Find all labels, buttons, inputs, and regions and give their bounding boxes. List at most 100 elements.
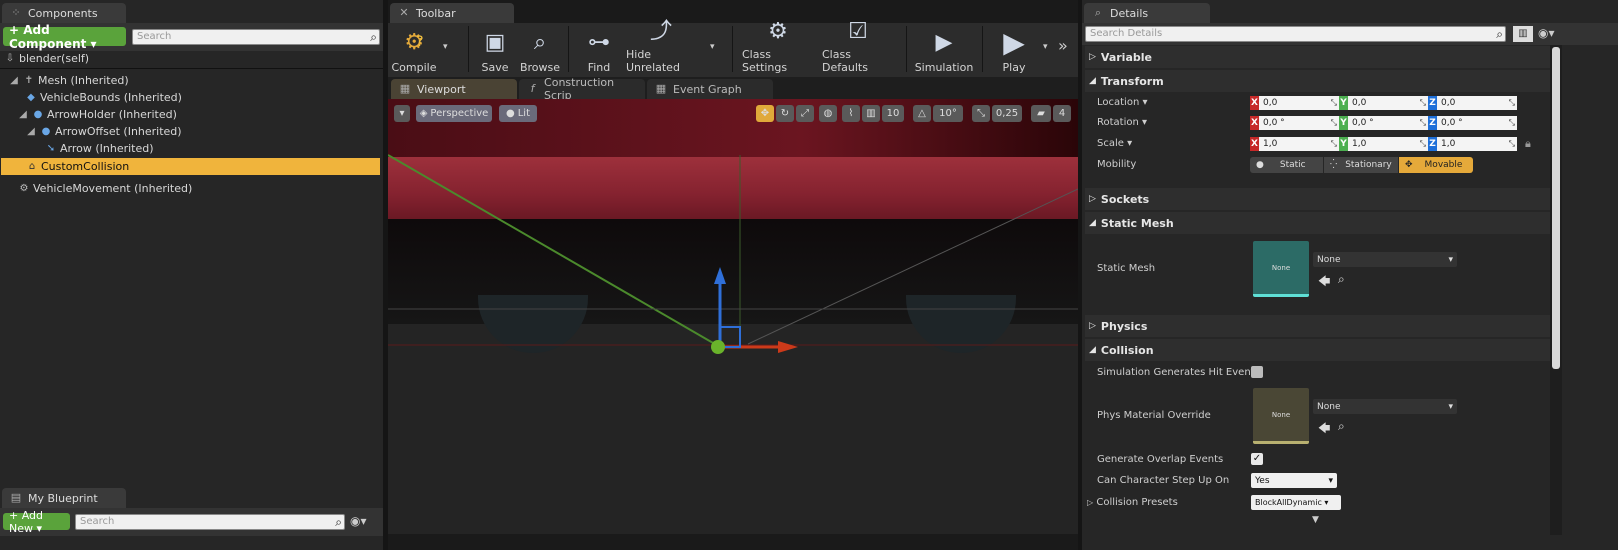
save-button[interactable]: ▣ Save [474, 24, 516, 75]
visibility-eye-icon[interactable]: ◉▾ [350, 514, 367, 528]
location-z-input[interactable]: 0,0 [1437, 96, 1517, 110]
details-search-input[interactable]: Search Details ⌕ [1085, 26, 1506, 42]
scale-mode-button[interactable]: ⤢ [796, 105, 814, 122]
self-row[interactable]: ⇩ blender(self) [4, 50, 89, 67]
category-physics[interactable]: ▷ Physics [1085, 315, 1550, 337]
browse-button[interactable]: ⌕ Browse [518, 24, 562, 75]
toolbar-overflow-icon[interactable]: » [1058, 36, 1068, 55]
perspective-button[interactable]: ◈ Perspective [416, 105, 492, 122]
mobility-static-button[interactable]: ● Static [1250, 157, 1323, 173]
rotation-snap-value[interactable]: 10° [933, 105, 963, 122]
simulation-button[interactable]: ▶ Simulation [914, 24, 974, 75]
tree-row-arrowholder[interactable]: ◢ ● ArrowHolder (Inherited) [17, 106, 177, 123]
overlap-events-checkbox[interactable]: ✓ [1251, 453, 1263, 465]
details-scroll-thumb[interactable] [1552, 47, 1560, 369]
sim-hit-events-checkbox[interactable] [1251, 366, 1263, 378]
rotation-x-input[interactable]: 0,0 ° [1259, 116, 1339, 130]
mobility-stationary-button[interactable]: ⁛ Stationary [1324, 157, 1398, 173]
camera-speed-value[interactable]: 4 [1053, 105, 1071, 122]
step-up-dropdown[interactable]: Yes ▾ [1251, 473, 1337, 488]
tree-row-mesh[interactable]: ◢ ✝ Mesh (Inherited) [8, 72, 129, 89]
browse-asset-icon[interactable]: ⌕ [1338, 419, 1345, 434]
scale-x-input[interactable]: 1,0 [1259, 137, 1339, 151]
tree-row-arrowoffset[interactable]: ◢ ● ArrowOffset (Inherited) [25, 123, 181, 140]
category-static-mesh[interactable]: ◢ Static Mesh [1085, 212, 1550, 234]
surface-snap-button[interactable]: ⌇ [842, 105, 860, 122]
rotation-y-input[interactable]: 0,0 ° [1348, 116, 1428, 130]
hide-unrelated-dropdown-icon[interactable]: ▾ [710, 42, 715, 52]
tab-event-graph[interactable]: ▦ Event Graph [647, 79, 773, 99]
scale-z-input[interactable]: 1,0 [1437, 137, 1517, 151]
location-y-input[interactable]: 0,0 [1348, 96, 1428, 110]
viewport-options-button[interactable]: ▾ [394, 105, 410, 122]
search-icon[interactable]: ⌕ [1496, 27, 1503, 41]
details-scrollbar[interactable] [1550, 45, 1562, 535]
collapse-arrow-icon[interactable]: ◢ [17, 109, 29, 121]
category-variable[interactable]: ▷ Variable [1085, 46, 1550, 68]
collision-presets-dropdown[interactable]: BlockAllDynamic ▾ [1251, 495, 1341, 510]
phys-material-dropdown[interactable]: None ▾ [1313, 399, 1457, 414]
camera-speed-icon[interactable]: ▰ [1031, 105, 1051, 122]
search-icon[interactable]: ⌕ [335, 515, 342, 529]
tab-toolbar[interactable]: ✕ Toolbar [390, 3, 514, 23]
scale-label[interactable]: Scale ▾ [1097, 138, 1132, 149]
tab-construction-script[interactable]: f Construction Scrip [519, 76, 645, 102]
compile-dropdown-icon[interactable]: ▾ [443, 42, 448, 52]
browse-asset-icon[interactable]: ⌕ [1338, 272, 1345, 287]
category-sockets[interactable]: ▷ Sockets [1085, 188, 1550, 210]
more-options-chevron-icon[interactable]: ▼ [1312, 515, 1319, 525]
tab-details[interactable]: ⌕ Details [1084, 3, 1210, 23]
add-new-button[interactable]: + Add New ▾ [3, 509, 70, 535]
category-transform[interactable]: ◢ Transform [1085, 70, 1550, 92]
rotate-mode-button[interactable]: ↻ [776, 105, 794, 122]
tree-row-vehiclemovement[interactable]: ⚙ VehicleMovement (Inherited) [18, 180, 193, 197]
tab-viewport[interactable]: ▦ Viewport [391, 79, 517, 99]
tab-my-blueprint[interactable]: ▤ My Blueprint [2, 488, 126, 508]
translate-mode-button[interactable]: ✥ [756, 105, 774, 122]
rotation-label[interactable]: Rotation ▾ [1097, 117, 1147, 128]
hide-unrelated-button[interactable]: ⤴ Hide Unrelated [626, 19, 696, 74]
static-mesh-dropdown[interactable]: None ▾ [1313, 252, 1457, 267]
class-settings-button[interactable]: ⚙ Class Settings [742, 19, 814, 74]
collision-presets-label[interactable]: ▷ Collision Presets [1087, 497, 1178, 508]
phys-material-thumbnail[interactable]: None [1253, 388, 1309, 444]
use-selected-arrow-icon[interactable]: 🡄 [1318, 272, 1330, 293]
find-button[interactable]: ⊶ Find [578, 24, 620, 75]
tree-row-vehiclebounds[interactable]: ◆ VehicleBounds (Inherited) [25, 89, 182, 106]
tree-row-customcollision[interactable]: ⌂ CustomCollision [1, 158, 380, 175]
details-visibility-eye-icon[interactable]: ◉▾ [1538, 26, 1555, 40]
lock-icon[interactable]: 🔒︎ [1525, 137, 1531, 151]
collapse-arrow-icon[interactable]: ◢ [25, 126, 37, 138]
location-x-input[interactable]: 0,0 [1259, 96, 1339, 110]
scale-snap-value[interactable]: 0,25 [992, 105, 1022, 122]
play-button[interactable]: ▶ Play [990, 24, 1038, 75]
add-component-button[interactable]: + Add Component ▾ [3, 23, 126, 51]
property-matrix-icon[interactable]: ▥ [1513, 26, 1533, 42]
static-mesh-thumbnail[interactable]: None [1253, 241, 1309, 297]
mobility-movable-button[interactable]: ✥ Movable [1399, 157, 1473, 173]
category-collision[interactable]: ◢ Collision [1085, 339, 1550, 361]
search-icon[interactable]: ⌕ [370, 30, 377, 44]
use-selected-arrow-icon[interactable]: 🡄 [1318, 419, 1330, 440]
play-dropdown-icon[interactable]: ▾ [1043, 42, 1048, 52]
lit-button[interactable]: ● Lit [499, 105, 537, 122]
tree-row-arrow[interactable]: ➘ Arrow (Inherited) [45, 140, 154, 157]
grid-snap-icon[interactable]: ▥ [862, 105, 880, 122]
scale-snap-icon[interactable]: ⤡ [972, 105, 990, 122]
rotation-z-input[interactable]: 0,0 ° [1437, 116, 1517, 130]
compile-button[interactable]: ⚙? Compile [392, 24, 437, 75]
gizmo-y-handle[interactable] [711, 340, 725, 354]
rotation-snap-icon[interactable]: △ [913, 105, 931, 122]
save-label: Save [481, 61, 509, 74]
rotation-fields: X 0,0 ° Y 0,0 ° Z 0,0 ° [1250, 116, 1517, 130]
scale-y-input[interactable]: 1,0 [1348, 137, 1428, 151]
collapse-arrow-icon[interactable]: ◢ [8, 75, 20, 87]
location-label[interactable]: Location ▾ [1097, 97, 1148, 108]
tab-components[interactable]: ⁘ Components [2, 3, 126, 23]
grid-snap-value[interactable]: 10 [882, 105, 904, 122]
my-blueprint-search-input[interactable]: Search ⌕ [75, 514, 345, 530]
components-search-input[interactable]: Search ⌕ [132, 29, 380, 45]
world-space-button[interactable]: ◍ [819, 105, 837, 122]
class-defaults-button[interactable]: ☑ Class Defaults [822, 19, 894, 74]
viewport[interactable]: ▾ ◈ Perspective ● Lit ✥ ↻ ⤢ ◍ ⌇ ▥ 10 △ 1… [388, 99, 1078, 534]
